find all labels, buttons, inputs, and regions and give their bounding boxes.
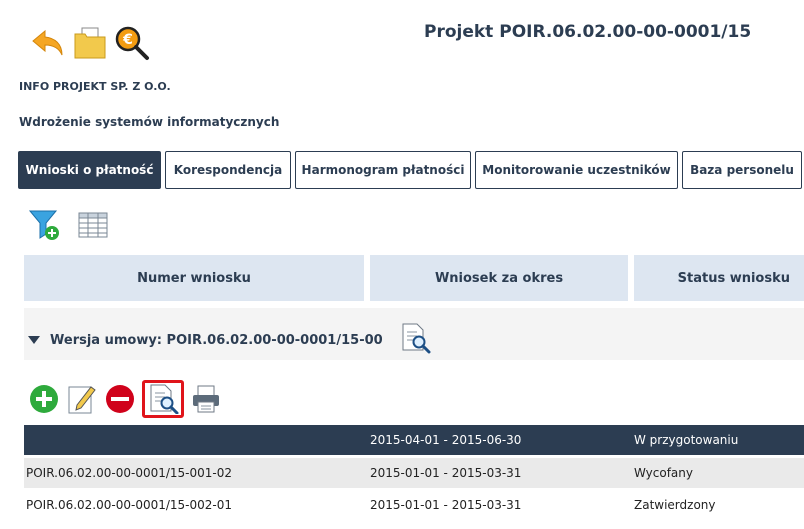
add-icon[interactable]: [28, 383, 60, 415]
cell-period: 2015-04-01 - 2015-06-30: [370, 433, 522, 447]
column-header-period[interactable]: Wniosek za okres: [370, 255, 628, 301]
row-actions: [28, 380, 222, 418]
cell-status: Wycofany: [634, 466, 693, 480]
table-row[interactable]: 2015-04-01 - 2015-06-30 W przygotowaniu: [24, 425, 804, 455]
project-subtitle: Wdrożenie systemów informatycznych: [19, 115, 280, 129]
folder-icon[interactable]: [72, 24, 108, 62]
cell-period: 2015-01-01 - 2015-03-31: [370, 498, 522, 512]
euro-search-icon[interactable]: €: [114, 24, 150, 62]
tab-wnioski[interactable]: Wnioski o płatność: [18, 151, 161, 189]
tab-korespondencja[interactable]: Korespondencja: [165, 151, 291, 189]
project-title: Projekt POIR.06.02.00-00-0001/15: [424, 22, 752, 42]
contract-version-label: Wersja umowy: POIR.06.02.00-00-0001/15-0…: [50, 332, 383, 348]
print-icon[interactable]: [190, 383, 222, 415]
svg-text:€: €: [122, 32, 133, 48]
table-tools: [28, 208, 108, 246]
cell-status: Zatwierdzony: [634, 498, 716, 512]
cell-number: POIR.06.02.00-00-0001/15-002-01: [26, 498, 232, 512]
column-header-number[interactable]: Numer wniosku: [24, 255, 364, 301]
tab-monitorowanie[interactable]: Monitorowanie uczestników: [475, 151, 678, 189]
collapse-triangle-icon[interactable]: [28, 336, 40, 344]
tab-baza-personelu[interactable]: Baza personelu: [682, 151, 802, 189]
add-filter-icon[interactable]: [28, 208, 62, 246]
cell-number: POIR.06.02.00-00-0001/15-001-02: [26, 466, 232, 480]
document-preview-icon[interactable]: [399, 322, 431, 358]
top-toolbar: €: [30, 22, 150, 62]
column-header-status[interactable]: Status wniosku: [634, 255, 804, 301]
cell-period: 2015-01-01 - 2015-03-31: [370, 466, 522, 480]
columns-table-icon[interactable]: [78, 212, 108, 242]
delete-icon[interactable]: [104, 383, 136, 415]
cell-status: W przygotowaniu: [634, 433, 739, 447]
company-name: INFO PROJEKT SP. Z O.O.: [19, 80, 171, 93]
tab-harmonogram[interactable]: Harmonogram płatności: [295, 151, 471, 189]
main-tabs: Wnioski o płatność Korespondencja Harmon…: [18, 151, 802, 191]
edit-icon[interactable]: [66, 383, 98, 415]
contract-version-group[interactable]: Wersja umowy: POIR.06.02.00-00-0001/15-0…: [28, 322, 431, 358]
table-row[interactable]: POIR.06.02.00-00-0001/15-002-01 2015-01-…: [24, 490, 804, 520]
preview-button-highlighted[interactable]: [142, 380, 184, 418]
table-row[interactable]: POIR.06.02.00-00-0001/15-001-02 2015-01-…: [24, 458, 804, 488]
back-arrow-icon[interactable]: [30, 24, 66, 62]
